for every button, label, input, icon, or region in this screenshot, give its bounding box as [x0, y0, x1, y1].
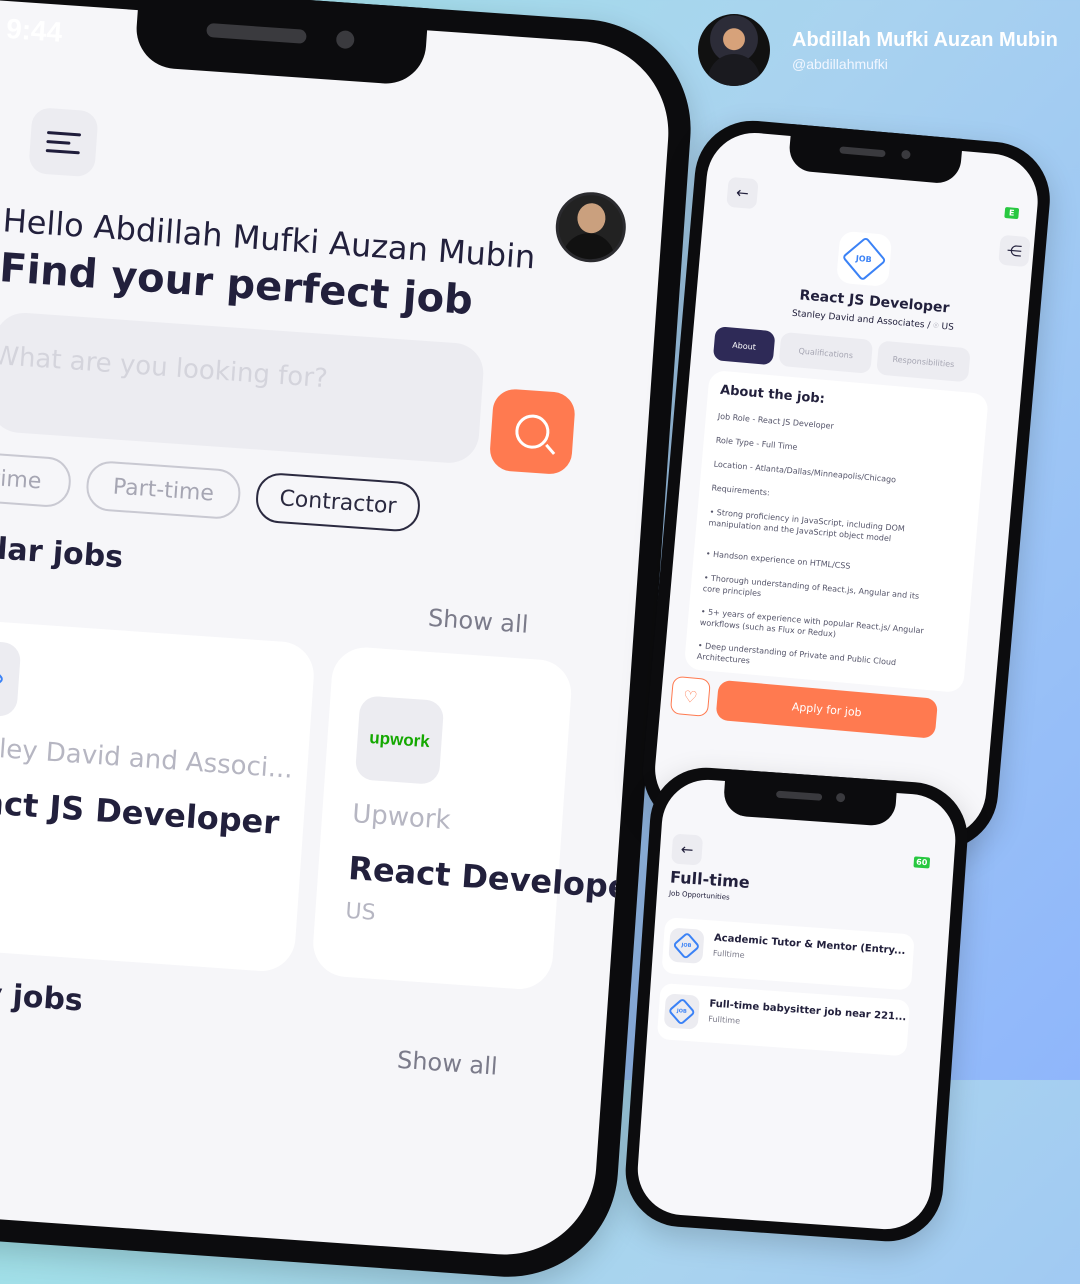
home-screen: Hello Abdillah Mufki Auzan Mubin Find yo… [0, 0, 675, 1261]
author-avatar [698, 14, 770, 86]
job-logo-icon: JOB [667, 997, 696, 1026]
tab-qualifications[interactable]: Qualifications [778, 331, 874, 374]
battery-indicator: E [1004, 206, 1020, 220]
show-all-popular[interactable]: Show all [427, 604, 529, 639]
back-arrow-icon[interactable]: ← [726, 176, 759, 210]
list-item[interactable]: JOB Full-time babysitter job near 221...… [656, 983, 911, 1057]
chip-full-time[interactable]: Full-time [0, 447, 73, 509]
tab-responsibilities[interactable]: Responsibilities [876, 340, 971, 383]
list-screen: ← 60 Full-time Job Opportunities JOB Aca… [634, 776, 959, 1233]
apply-button[interactable]: Apply for job [715, 679, 939, 739]
popular-jobs-title: Popular jobs [0, 525, 125, 576]
location-pin-icon: ⌾ [932, 321, 940, 332]
chip-part-time[interactable]: Part-time [84, 459, 242, 521]
list-subtitle: Job Opportunities [668, 889, 730, 902]
detail-logo: JOB [836, 230, 893, 288]
home-phone: Hello Abdillah Mufki Auzan Mubin Find yo… [0, 0, 699, 1284]
list-item-type: Fulltime [708, 1014, 741, 1026]
menu-icon [45, 125, 82, 160]
author-badge: Abdillah Mufki Auzan Mubin @abdillahmufk… [698, 14, 1058, 86]
list-item-logo: JOB [668, 927, 705, 964]
upwork-logo: upwork [368, 728, 431, 752]
author-handle: @abdillahmufki [792, 55, 888, 72]
list-phone: ← 60 Full-time Job Opportunities JOB Aca… [621, 764, 972, 1246]
chip-contractor[interactable]: Contractor [254, 471, 422, 533]
list-item-type: Fulltime [712, 948, 745, 960]
status-time: 9:44 [5, 12, 64, 48]
list-item-logo: JOB [663, 993, 700, 1030]
detail-screen: ← E ⋲ JOB React JS Developer Stanley Dav… [651, 129, 1042, 842]
show-all-nearby[interactable]: Show all [396, 1046, 498, 1081]
back-arrow-icon[interactable]: ← [671, 833, 704, 866]
list-item[interactable]: JOB Academic Tutor & Mentor (Entry... Fu… [661, 917, 915, 991]
list-title: Full-time [669, 867, 751, 892]
battery-indicator: 60 [913, 856, 931, 869]
menu-button[interactable] [28, 106, 99, 178]
search-button[interactable] [488, 387, 577, 476]
job-logo-icon: JOB [672, 931, 701, 960]
card-logo-2: upwork [354, 695, 445, 785]
author-name: Abdillah Mufki Auzan Mubin [792, 28, 1058, 51]
nearby-jobs-title: Nearby jobs [0, 969, 84, 1019]
search-icon [514, 413, 551, 450]
share-icon[interactable]: ⋲ [998, 234, 1031, 268]
job-logo-icon: JOB [0, 655, 5, 701]
profile-avatar[interactable] [553, 189, 629, 265]
job-logo-icon: JOB [841, 236, 887, 282]
card-location-2: US [344, 898, 377, 926]
detail-location: US [941, 321, 955, 333]
heart-icon[interactable]: ♡ [669, 675, 711, 717]
detail-phone: ← E ⋲ JOB React JS Developer Stanley Dav… [638, 116, 1055, 855]
tab-about[interactable]: About [712, 326, 776, 366]
